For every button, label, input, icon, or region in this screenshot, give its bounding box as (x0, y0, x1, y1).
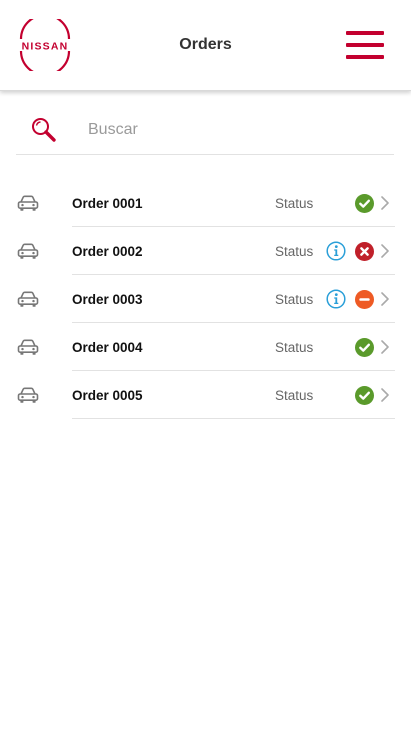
car-icon (17, 291, 39, 307)
search-input[interactable] (88, 118, 378, 142)
success-check-icon (355, 338, 374, 357)
order-row[interactable]: Order 0005 Status (0, 371, 411, 419)
row-divider (72, 418, 395, 419)
order-number: Order 0002 (72, 244, 143, 259)
orders-list: Order 0001 Status Order 0002 Status Order 00… (0, 179, 411, 419)
chevron-right-icon[interactable] (380, 339, 390, 355)
info-icon[interactable] (326, 289, 346, 309)
search-icon[interactable] (30, 116, 58, 144)
chevron-right-icon[interactable] (380, 291, 390, 307)
hamburger-menu-icon[interactable] (346, 31, 384, 59)
car-icon (17, 195, 39, 211)
search-bar (16, 110, 394, 155)
order-number: Order 0001 (72, 196, 143, 211)
order-row[interactable]: Order 0001 Status (0, 179, 411, 227)
status-label: Status (275, 388, 314, 403)
status-label: Status (275, 292, 314, 307)
order-number: Order 0005 (72, 388, 143, 403)
chevron-right-icon[interactable] (380, 195, 390, 211)
app-header: NISSAN Orders (0, 0, 411, 91)
status-label: Status (275, 244, 314, 259)
status-label: Status (275, 196, 314, 211)
car-icon (17, 243, 39, 259)
order-row[interactable]: Order 0002 Status (0, 227, 411, 275)
car-icon (17, 387, 39, 403)
error-x-icon (355, 242, 374, 261)
chevron-right-icon[interactable] (380, 243, 390, 259)
order-row[interactable]: Order 0004 Status (0, 323, 411, 371)
order-number: Order 0003 (72, 292, 143, 307)
warning-minus-icon (355, 290, 374, 309)
car-icon (17, 339, 39, 355)
success-check-icon (355, 194, 374, 213)
chevron-right-icon[interactable] (380, 387, 390, 403)
order-row[interactable]: Order 0003 Status (0, 275, 411, 323)
status-label: Status (275, 340, 314, 355)
info-icon[interactable] (326, 241, 346, 261)
order-number: Order 0004 (72, 340, 143, 355)
success-check-icon (355, 386, 374, 405)
